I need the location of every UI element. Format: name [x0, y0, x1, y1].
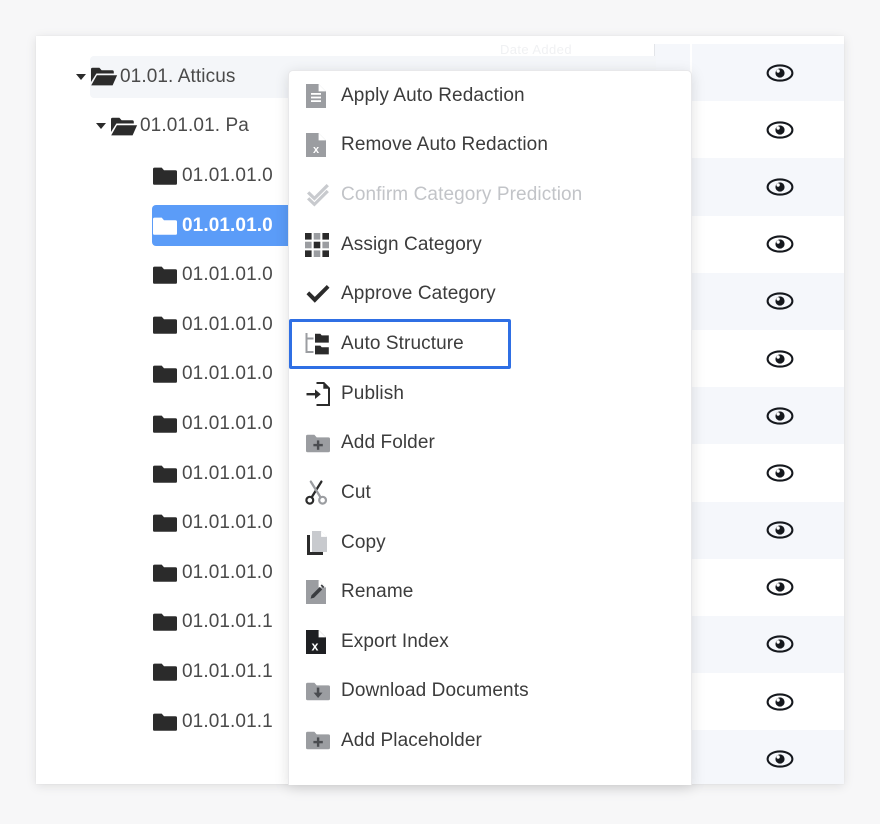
check-icon	[305, 280, 341, 308]
tree-item-label: 01.01.01.0	[182, 413, 273, 435]
tree-item-label: 01.01.01.0	[182, 562, 273, 584]
document-x-icon: x	[305, 131, 341, 159]
app-root: Date Added	[0, 0, 880, 824]
menu-item-assign-category[interactable]: Assign Category	[289, 220, 691, 270]
tree-item-label: 01.01.01.0	[182, 463, 273, 485]
menu-item-label: Publish	[341, 383, 404, 405]
tree-item-label: 01.01.01.0	[182, 512, 273, 534]
tree-item-label: 01.01. Atticus	[120, 66, 235, 88]
tree-item-label: 01.01.01.1	[182, 661, 273, 683]
menu-item-confirm-category-prediction: Confirm Category Prediction	[289, 170, 691, 220]
eye-icon[interactable]	[765, 519, 795, 541]
folder-icon	[152, 362, 182, 386]
menu-item-label: Add Folder	[341, 432, 435, 454]
menu-item-label: Export Index	[341, 631, 449, 653]
excel-export-icon: x	[305, 628, 341, 656]
eye-icon[interactable]	[765, 348, 795, 370]
menu-item-label: Download Documents	[341, 680, 529, 702]
menu-item-rename[interactable]: Rename	[289, 567, 691, 617]
eye-icon[interactable]	[765, 748, 795, 770]
tree-item-label: 01.01.01.0	[182, 314, 273, 336]
chevron-down-icon[interactable]	[72, 74, 90, 80]
tree-structure-icon	[305, 330, 341, 358]
folder-open-icon	[90, 65, 120, 89]
menu-item-auto-structure[interactable]: Auto Structure	[289, 319, 511, 369]
chevron-down-icon[interactable]	[92, 123, 110, 129]
folder-download-icon	[305, 677, 341, 705]
folder-icon	[152, 462, 182, 486]
eye-icon[interactable]	[765, 405, 795, 427]
eye-icon[interactable]	[765, 691, 795, 713]
copy-icon	[305, 529, 341, 557]
folder-plus-icon	[305, 727, 341, 755]
tree-item-label: 01.01.01.1	[182, 711, 273, 733]
folder-icon	[152, 263, 182, 287]
eye-icon[interactable]	[765, 233, 795, 255]
category-grid-icon	[305, 231, 341, 259]
eye-icon[interactable]	[765, 176, 795, 198]
menu-item-export-index[interactable]: x Export Index	[289, 617, 691, 667]
folder-icon	[152, 511, 182, 535]
folder-icon	[152, 164, 182, 188]
folder-plus-icon	[305, 429, 341, 457]
menu-item-publish[interactable]: Publish	[289, 369, 691, 419]
menu-item-label: Rename	[341, 581, 413, 603]
eye-icon[interactable]	[765, 290, 795, 312]
menu-item-label: Copy	[341, 532, 386, 554]
folder-icon	[152, 313, 182, 337]
menu-item-label: Remove Auto Redaction	[341, 134, 548, 156]
folder-icon	[152, 214, 182, 238]
menu-item-label: Confirm Category Prediction	[341, 184, 582, 206]
eye-icon[interactable]	[765, 576, 795, 598]
menu-item-cut[interactable]: Cut	[289, 468, 691, 518]
menu-item-label: Add Placeholder	[341, 730, 482, 752]
menu-item-remove-auto-redaction[interactable]: x Remove Auto Redaction	[289, 121, 691, 171]
eye-icon[interactable]	[765, 633, 795, 655]
svg-text:x: x	[312, 639, 319, 653]
tree-item-label: 01.01.01. Pa	[140, 115, 249, 137]
folder-open-icon	[110, 114, 140, 138]
menu-item-add-folder[interactable]: Add Folder	[289, 419, 691, 469]
tree-item-label: 01.01.01.0	[182, 363, 273, 385]
menu-item-apply-auto-redaction[interactable]: Apply Auto Redaction	[289, 71, 691, 121]
eye-icon[interactable]	[765, 62, 795, 84]
pencil-document-icon	[305, 578, 341, 606]
menu-item-label: Auto Structure	[341, 333, 464, 355]
context-menu[interactable]: Apply Auto Redaction x Remove Auto Redact…	[288, 70, 692, 785]
menu-item-label: Assign Category	[341, 234, 482, 256]
menu-item-label: Apply Auto Redaction	[341, 85, 525, 107]
menu-item-copy[interactable]: Copy	[289, 518, 691, 568]
eye-icon[interactable]	[765, 462, 795, 484]
document-lines-icon	[305, 82, 341, 110]
folder-icon	[152, 710, 182, 734]
folder-icon	[152, 610, 182, 634]
menu-item-label: Cut	[341, 482, 371, 504]
tree-item-label: 01.01.01.0	[182, 264, 273, 286]
tree-item-label: 01.01.01.0	[182, 215, 273, 237]
svg-text:x: x	[313, 144, 320, 156]
scissors-icon	[305, 479, 341, 507]
double-check-icon	[305, 181, 341, 209]
eye-icon[interactable]	[765, 119, 795, 141]
folder-icon	[152, 412, 182, 436]
tree-item-label: 01.01.01.1	[182, 611, 273, 633]
folder-icon	[152, 561, 182, 585]
menu-item-label: Approve Category	[341, 283, 496, 305]
publish-arrow-icon	[305, 380, 341, 408]
menu-item-add-placeholder[interactable]: Add Placeholder	[289, 716, 691, 766]
folder-icon	[152, 660, 182, 684]
menu-item-approve-category[interactable]: Approve Category	[289, 269, 691, 319]
tree-item-label: 01.01.01.0	[182, 165, 273, 187]
menu-item-download-documents[interactable]: Download Documents	[289, 667, 691, 717]
